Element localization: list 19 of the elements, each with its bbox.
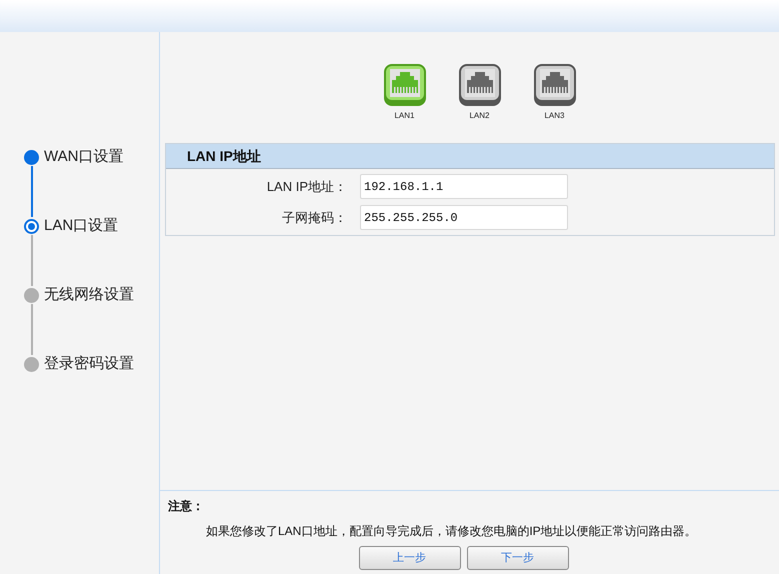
step-button[interactable]: 上一步 <box>358 546 460 570</box>
field-label: 子网掩码： <box>281 208 347 227</box>
field-label: LAN IP地址： <box>266 178 347 196</box>
ethernet-port-icon[interactable] <box>532 63 576 107</box>
step-label: LAN口设置 <box>44 216 118 236</box>
step-label: 登录密码设置 <box>44 354 134 374</box>
step-button[interactable]: 下一步 <box>466 546 568 570</box>
port-label: LAN1 <box>394 110 414 122</box>
step-label: WAN口设置 <box>44 146 124 167</box>
ethernet-port-icon[interactable] <box>458 63 502 107</box>
input-field[interactable]: 192.168.1.1 <box>360 174 568 199</box>
note-text: 如果您修改了LAN口地址，配置向导完成后，请修改您电脑的IP地址以便能正常访问路由器。 <box>205 523 698 540</box>
port-label: LAN2 <box>469 110 490 122</box>
section-title: LAN IP地址 <box>187 146 261 166</box>
note-title: 注意： <box>168 498 205 515</box>
ethernet-port-icon[interactable] <box>382 63 426 107</box>
step-label: 无线网络设置 <box>44 284 134 305</box>
input-field[interactable]: 255.255.255.0 <box>360 205 568 230</box>
port-label: LAN3 <box>544 110 564 122</box>
